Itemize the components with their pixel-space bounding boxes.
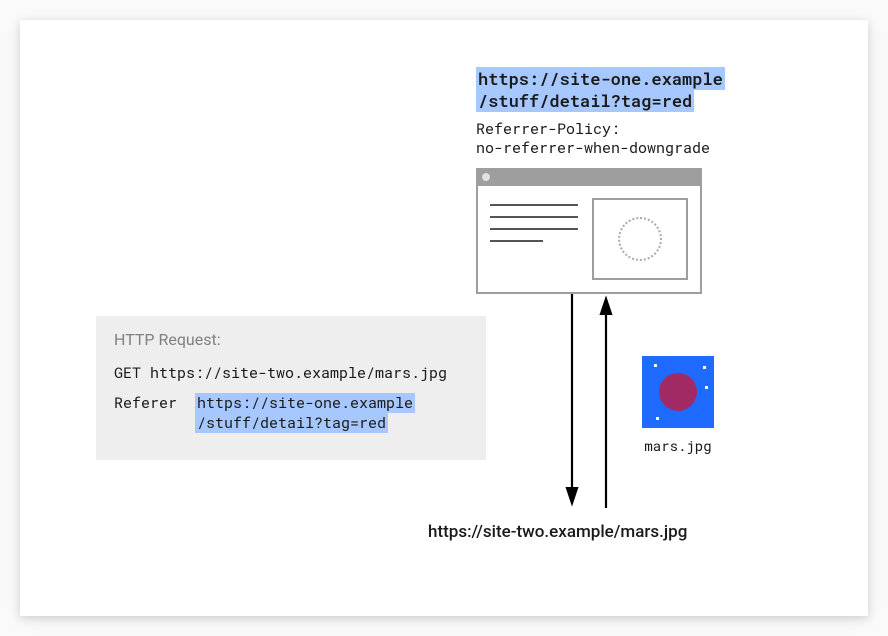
referer-value-line1: https://site-one.example <box>195 393 415 413</box>
target-url-label: https://site-two.example/mars.jpg <box>428 522 687 542</box>
diagram-canvas: https://site-one.example /stuff/detail?t… <box>20 20 868 616</box>
http-request-line: GET https://site-two.example/mars.jpg <box>114 363 468 383</box>
referrer-policy-value: no-referrer-when-downgrade <box>476 138 710 158</box>
referer-label: Referer <box>114 393 177 413</box>
image-placeholder-box <box>592 198 688 280</box>
http-request-panel: HTTP Request: GET https://site-two.examp… <box>96 316 486 460</box>
referer-value: https://site-one.example /stuff/detail?t… <box>195 393 415 434</box>
star-icon <box>654 364 657 367</box>
referer-value-line2: /stuff/detail?tag=red <box>195 413 388 433</box>
http-request-title: HTTP Request: <box>114 330 468 349</box>
browser-viewport <box>476 186 702 294</box>
window-control-dot <box>482 173 490 181</box>
request-response-arrows <box>550 294 630 508</box>
star-icon <box>705 386 708 389</box>
mars-thumbnail <box>642 356 714 428</box>
planet-circle-icon <box>659 373 697 411</box>
browser-titlebar <box>476 168 702 186</box>
source-url-line2: /stuff/detail?tag=red <box>476 89 694 112</box>
referrer-policy-header: Referrer-Policy: <box>476 119 620 139</box>
star-icon <box>656 417 659 420</box>
http-referer-row: Referer https://site-one.example /stuff/… <box>114 393 468 434</box>
referrer-policy-block: Referrer-Policy: no-referrer-when-downgr… <box>476 120 710 158</box>
mars-filename-label: mars.jpg <box>642 436 714 455</box>
dotted-circle-icon <box>618 217 662 261</box>
source-url-line1: https://site-one.example <box>476 67 725 90</box>
browser-window <box>476 168 702 294</box>
star-icon <box>703 366 706 369</box>
source-url-block: https://site-one.example /stuff/detail?t… <box>476 68 725 112</box>
page-text-lines <box>490 198 578 280</box>
mars-image-block: mars.jpg <box>642 356 714 455</box>
